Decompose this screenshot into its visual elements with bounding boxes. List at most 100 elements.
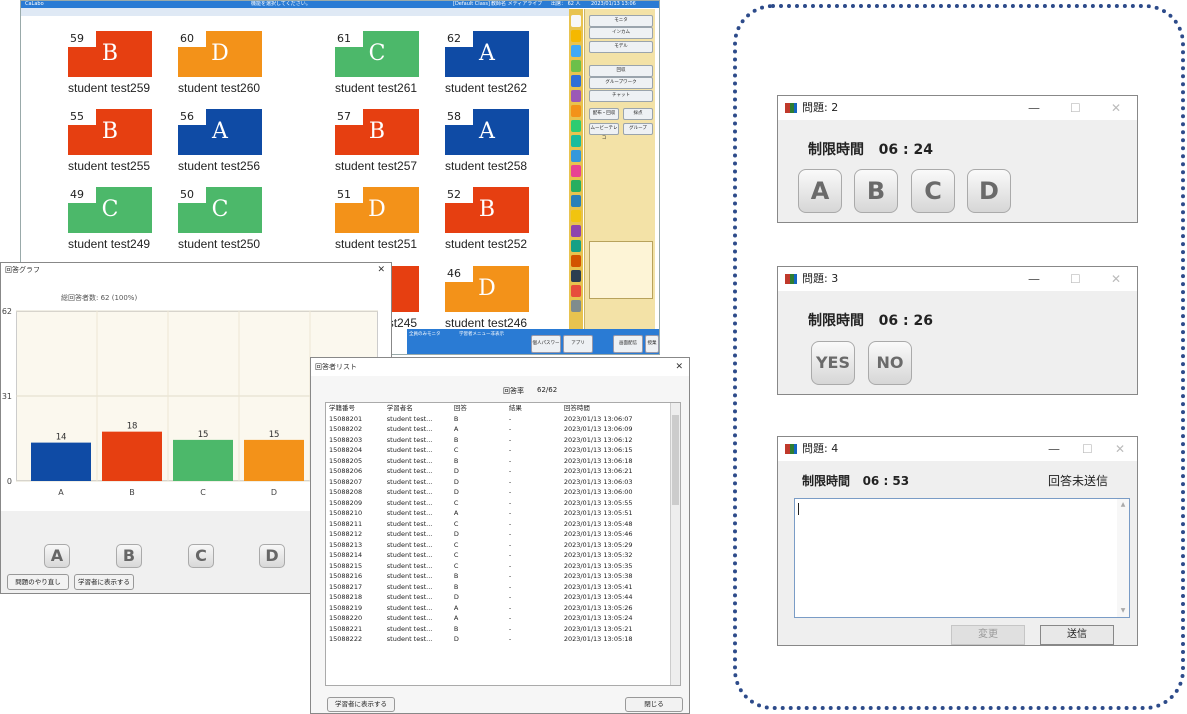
option-c-button[interactable]: C <box>188 544 214 568</box>
function-button[interactable]: インカム <box>589 27 653 39</box>
student-tile[interactable]: D 51 student test251 <box>335 187 439 251</box>
class-tab[interactable] <box>571 300 581 312</box>
table-row[interactable]: 15088214 student test... C - 2023/01/13 13:0… <box>326 550 670 561</box>
show-to-students-button[interactable]: 学習者に表示する <box>327 697 395 712</box>
answer-b-button[interactable]: B <box>854 169 898 213</box>
table-row[interactable]: 15088217 student test... B - 2023/01/13 13:0… <box>326 582 670 593</box>
column-header[interactable]: 学習者名 <box>384 403 451 414</box>
function-button[interactable]: グループ <box>623 123 653 135</box>
class-tab[interactable] <box>571 240 581 252</box>
minimize-icon[interactable]: — <box>1048 437 1060 461</box>
student-tile[interactable]: A 58 student test258 <box>445 109 549 173</box>
scroll-thumb[interactable] <box>672 415 679 505</box>
student-tile[interactable]: B 59 student test259 <box>68 31 172 95</box>
function-button[interactable]: グループワーク <box>589 77 653 89</box>
class-tab[interactable] <box>571 90 581 102</box>
class-tab[interactable] <box>571 15 581 27</box>
answer-no-button[interactable]: NO <box>868 341 912 385</box>
function-button[interactable]: 回収 <box>589 65 653 77</box>
bottom-tab-2[interactable]: 学習者メニュー非表示 <box>459 331 529 339</box>
class-tab[interactable] <box>571 120 581 132</box>
table-row[interactable]: 15088213 student test... C - 2023/01/13 13:0… <box>326 540 670 551</box>
student-tile[interactable]: D 60 student test260 <box>178 31 282 95</box>
student-tile[interactable]: C 50 student test250 <box>178 187 282 251</box>
student-tile[interactable]: C 61 student test261 <box>335 31 439 95</box>
answer-c-button[interactable]: C <box>911 169 955 213</box>
close-icon[interactable]: ✕ <box>675 358 683 376</box>
vertical-scrollbar[interactable]: ▲ ▼ <box>1117 499 1129 617</box>
table-row[interactable]: 15088218 student test... D - 2023/01/13 13:0… <box>326 592 670 603</box>
student-tile[interactable]: A 56 student test256 <box>178 109 282 173</box>
table-row[interactable]: 15088205 student test... B - 2023/01/13 13:0… <box>326 456 670 467</box>
answer-yes-button[interactable]: YES <box>811 341 855 385</box>
record-button[interactable]: 授業記録 <box>645 335 659 353</box>
answer-textarea[interactable]: ▲ ▼ <box>794 498 1130 618</box>
send-button[interactable]: 送信 <box>1040 625 1114 645</box>
class-tab[interactable] <box>571 150 581 162</box>
student-tile[interactable]: B 52 student test252 <box>445 187 549 251</box>
vertical-scrollbar[interactable] <box>670 403 680 685</box>
column-header[interactable]: 学籍番号 <box>326 403 384 414</box>
table-row[interactable]: 15088219 student test... A - 2023/01/13 13:0… <box>326 603 670 614</box>
option-a-button[interactable]: A <box>44 544 70 568</box>
column-header[interactable]: 回答 <box>451 403 506 414</box>
option-b-button[interactable]: B <box>116 544 142 568</box>
table-row[interactable]: 15088220 student test... A - 2023/01/13 13:0… <box>326 613 670 624</box>
table-row[interactable]: 15088208 student test... D - 2023/01/13 13:0… <box>326 487 670 498</box>
minimize-icon[interactable]: — <box>1028 96 1040 120</box>
function-button[interactable]: モニタ <box>589 15 653 27</box>
option-d-button[interactable]: D <box>259 544 285 568</box>
scroll-up-icon[interactable]: ▲ <box>1117 499 1129 511</box>
table-row[interactable]: 15088210 student test... A - 2023/01/13 13:0… <box>326 508 670 519</box>
function-button[interactable]: モデル <box>589 41 653 53</box>
change-button[interactable]: 変更 <box>951 625 1025 645</box>
table-row[interactable]: 15088207 student test... D - 2023/01/13 13:0… <box>326 477 670 488</box>
class-tab[interactable] <box>571 60 581 72</box>
color-tab-strip[interactable] <box>569 9 583 329</box>
function-button[interactable]: 採点 <box>623 108 653 120</box>
password-button[interactable]: 個人パスワード設定 <box>531 335 561 353</box>
student-tile[interactable]: B 55 student test255 <box>68 109 172 173</box>
student-tile[interactable]: B 57 student test257 <box>335 109 439 173</box>
class-tab[interactable] <box>571 225 581 237</box>
close-button[interactable]: 閉じる <box>625 697 683 712</box>
class-tab[interactable] <box>571 45 581 57</box>
app-button[interactable]: アプリ <box>563 335 593 353</box>
class-tab[interactable] <box>571 165 581 177</box>
answer-a-button[interactable]: A <box>798 169 842 213</box>
table-row[interactable]: 15088212 student test... D - 2023/01/13 13:0… <box>326 529 670 540</box>
class-tab[interactable] <box>571 135 581 147</box>
student-tile[interactable]: A 62 student test262 <box>445 31 549 95</box>
function-button[interactable]: ムービーテレコ <box>589 123 619 141</box>
column-header[interactable]: 回答時間 <box>561 403 670 414</box>
table-row[interactable]: 15088206 student test... D - 2023/01/13 13:0… <box>326 466 670 477</box>
class-tab[interactable] <box>571 180 581 192</box>
function-button[interactable]: 配布・回収 <box>589 108 619 120</box>
scroll-down-icon[interactable]: ▼ <box>1117 605 1129 617</box>
class-tab[interactable] <box>571 195 581 207</box>
class-tab[interactable] <box>571 270 581 282</box>
student-tile[interactable]: C 49 student test249 <box>68 187 172 251</box>
class-tab[interactable] <box>571 75 581 87</box>
table-row[interactable]: 15088211 student test... C - 2023/01/13 13:0… <box>326 519 670 530</box>
student-tile[interactable]: D 46 student test246 <box>445 266 549 330</box>
class-tab[interactable] <box>571 255 581 267</box>
table-row[interactable]: 15088202 student test... A - 2023/01/13 13:0… <box>326 424 670 435</box>
class-tab[interactable] <box>571 285 581 297</box>
table-row[interactable]: 15088221 student test... B - 2023/01/13 13:0… <box>326 624 670 635</box>
class-tab[interactable] <box>571 210 581 222</box>
class-tab[interactable] <box>571 105 581 117</box>
class-tab[interactable] <box>571 30 581 42</box>
table-row[interactable]: 15088203 student test... B - 2023/01/13 13:0… <box>326 435 670 446</box>
redo-question-button[interactable]: 問題のやり直し <box>7 574 69 590</box>
table-row[interactable]: 15088204 student test... C - 2023/01/13 13:0… <box>326 445 670 456</box>
column-header[interactable]: 結果 <box>506 403 561 414</box>
minimize-icon[interactable]: — <box>1028 267 1040 291</box>
answer-d-button[interactable]: D <box>967 169 1011 213</box>
close-icon[interactable]: ✕ <box>377 263 385 277</box>
screen-share-button[interactable]: 画面配信 <box>613 335 643 353</box>
table-row[interactable]: 15088216 student test... B - 2023/01/13 13:0… <box>326 571 670 582</box>
table-row[interactable]: 15088201 student test... B - 2023/01/13 13:0… <box>326 414 670 425</box>
table-row[interactable]: 15088215 student test... C - 2023/01/13 13:0… <box>326 561 670 572</box>
show-to-students-button[interactable]: 学習者に表示する <box>74 574 134 590</box>
